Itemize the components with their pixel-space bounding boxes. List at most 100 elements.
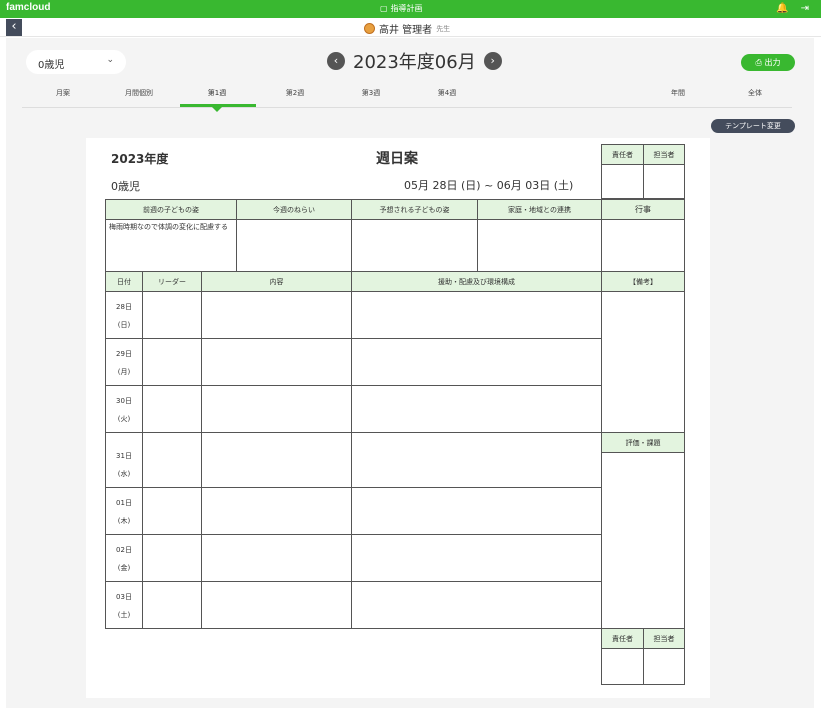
content-cell[interactable] <box>201 291 352 339</box>
day-date: 29日 <box>116 350 132 358</box>
support-cell[interactable] <box>351 534 602 582</box>
day-weekday: (月) <box>117 368 131 376</box>
leader-cell[interactable] <box>142 487 202 535</box>
tab-monthly-individual[interactable]: 月間個別 <box>122 88 156 98</box>
prev-month-button[interactable]: ‹ <box>327 52 345 70</box>
content-cell[interactable] <box>201 487 352 535</box>
bell-icon[interactable]: 🔔 <box>776 3 788 14</box>
day-date: 01日 <box>116 499 132 507</box>
user-role: 先生 <box>436 24 451 33</box>
avatar <box>364 23 375 34</box>
leader-cell[interactable] <box>142 338 202 386</box>
top-bar: famcloud ▢ 指導計画 🔔 ⇥ <box>0 0 821 18</box>
document-date-range: 05月 28日 (日) ~ 06月 03日 (土) <box>404 179 574 192</box>
period-label: 2023年度06月 <box>353 52 476 73</box>
evaluation-header: 評価・課題 <box>601 432 685 453</box>
assignee-header: 担当者 <box>643 144 685 165</box>
day-date: 03日 <box>116 593 132 601</box>
day-date: 30日 <box>116 397 132 405</box>
day-date: 28日 <box>116 303 132 311</box>
support-cell[interactable] <box>351 432 602 488</box>
leader-cell[interactable] <box>142 581 202 629</box>
document-year: 2023年度 <box>111 152 169 166</box>
leader-cell[interactable] <box>142 534 202 582</box>
document-age: 0歳児 <box>111 180 140 193</box>
remarks-field[interactable] <box>601 291 685 433</box>
next-month-button[interactable]: › <box>483 52 502 70</box>
leader-cell[interactable] <box>142 432 202 488</box>
caret-down-icon <box>211 106 223 112</box>
support-cell[interactable] <box>351 291 602 339</box>
family-community-field[interactable] <box>477 219 602 272</box>
back-button[interactable]: ‹ <box>6 19 22 36</box>
day-weekday: (水) <box>117 470 131 478</box>
content-cell[interactable] <box>201 581 352 629</box>
support-cell[interactable] <box>351 338 602 386</box>
prev-week-field[interactable]: 梅雨時期なので体調の変化に配慮する <box>105 219 237 272</box>
support-cell[interactable] <box>351 487 602 535</box>
responsible-header: 責任者 <box>601 144 644 165</box>
leader-column-header: リーダー <box>142 271 202 292</box>
day-weekday: (木) <box>117 517 131 525</box>
tab-week3[interactable]: 第3週 <box>360 88 382 98</box>
day-date: 31日 <box>116 452 132 460</box>
evaluation-field[interactable] <box>601 452 685 629</box>
content-column-header: 内容 <box>201 271 352 292</box>
chevron-left-icon: ‹ <box>11 19 17 34</box>
week-aim-header: 今週のねらい <box>236 199 352 220</box>
remarks-header: 【備考】 <box>601 271 685 292</box>
user-name: 高井 管理者 <box>379 25 433 36</box>
prev-week-header: 前週の子どもの姿 <box>105 199 237 220</box>
change-template-button[interactable]: テンプレート変更 <box>711 119 795 133</box>
family-community-header: 家庭・地域との連携 <box>477 199 602 220</box>
user-info: 高井 管理者 先生 <box>364 21 450 36</box>
document-icon: ▢ <box>380 4 388 13</box>
day-weekday: (火) <box>117 415 131 423</box>
tab-monthly[interactable]: 月案 <box>56 88 70 98</box>
content-cell[interactable] <box>201 534 352 582</box>
content-cell[interactable] <box>201 385 352 433</box>
tab-overall[interactable]: 全体 <box>746 88 764 98</box>
leader-cell[interactable] <box>142 291 202 339</box>
document-title: 週日案 <box>376 151 418 167</box>
expected-children-header: 予想される子どもの姿 <box>351 199 478 220</box>
leader-cell[interactable] <box>142 385 202 433</box>
assignee-header-bottom: 担当者 <box>643 628 685 649</box>
expected-children-field[interactable] <box>351 219 478 272</box>
export-button[interactable]: ⎙ 出力 <box>741 54 795 71</box>
support-cell[interactable] <box>351 385 602 433</box>
age-select-value: 0歳児 <box>38 60 65 71</box>
logout-icon[interactable]: ⇥ <box>801 3 809 14</box>
sub-bar: ‹ 高井 管理者 先生 <box>0 18 821 37</box>
age-select[interactable]: 0歳児 ⌄ <box>26 50 126 74</box>
printer-icon: ⎙ <box>755 58 762 67</box>
chevron-down-icon: ⌄ <box>106 55 114 65</box>
app-section-label: 指導計画 <box>390 4 423 13</box>
tab-week2[interactable]: 第2週 <box>284 88 306 98</box>
tab-annual[interactable]: 年間 <box>670 88 686 98</box>
day-weekday: (金) <box>117 564 131 572</box>
period-switcher: ‹ 2023年度06月 › <box>327 49 502 73</box>
content-cell[interactable] <box>201 432 352 488</box>
week-aim-field[interactable] <box>236 219 352 272</box>
assignee-stamp-box[interactable] <box>643 164 685 199</box>
day-weekday: (日) <box>117 321 131 329</box>
day-date: 02日 <box>116 546 132 554</box>
support-column-header: 援助・配慮及び環境構成 <box>351 271 602 292</box>
app-section: ▢ 指導計画 <box>380 3 423 14</box>
day-weekday: (土) <box>117 611 131 619</box>
date-column-header: 日付 <box>105 271 143 292</box>
tab-week1[interactable]: 第1週 <box>206 88 228 98</box>
responsible-stamp-box-bottom[interactable] <box>601 648 644 685</box>
responsible-header-bottom: 責任者 <box>601 628 644 649</box>
plan-tabs: 月案 月間個別 第1週 第2週 第3週 第4週 年間 全体 <box>22 84 792 108</box>
support-cell[interactable] <box>351 581 602 629</box>
tab-week4[interactable]: 第4週 <box>436 88 458 98</box>
export-label: 出力 <box>764 58 781 67</box>
brand-logo: famcloud <box>6 2 51 13</box>
content-cell[interactable] <box>201 338 352 386</box>
assignee-stamp-box-bottom[interactable] <box>643 648 685 685</box>
events-field[interactable] <box>601 219 685 272</box>
responsible-stamp-box[interactable] <box>601 164 644 199</box>
events-header: 行事 <box>601 199 685 220</box>
